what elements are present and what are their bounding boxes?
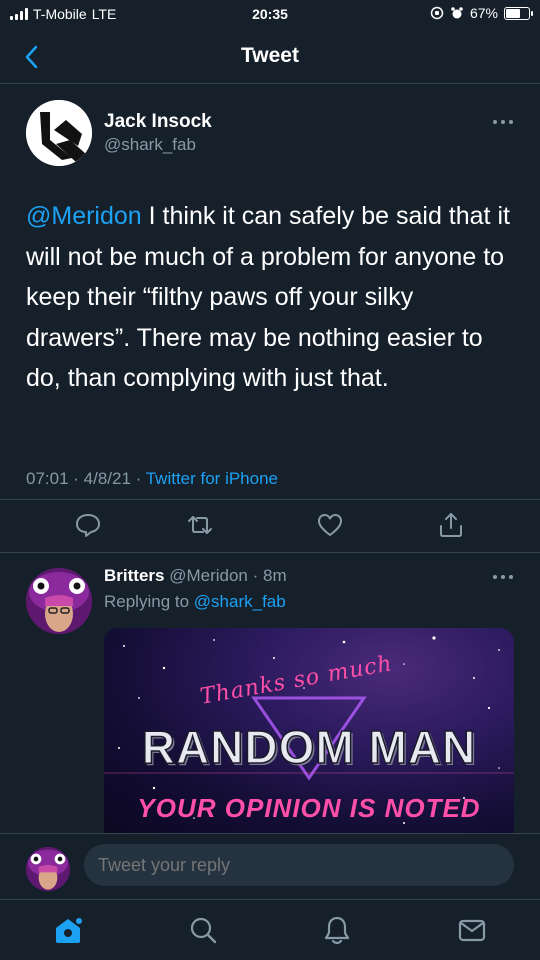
share-icon[interactable] [437, 511, 465, 539]
battery-fill [506, 8, 521, 18]
battery-tip [531, 10, 533, 16]
status-right: 67% [430, 5, 533, 21]
reply-avatar[interactable] [26, 568, 92, 634]
avatar-photo-icon [26, 568, 92, 634]
navigation-bar: Tweet [0, 30, 540, 84]
divider [0, 552, 540, 553]
current-user-avatar[interactable] [26, 847, 70, 891]
orientation-lock-icon [430, 6, 444, 20]
reply-composer [0, 833, 540, 899]
reply-age: · 8m [252, 566, 287, 585]
tweet-source[interactable]: Twitter for iPhone [146, 469, 278, 488]
replying-prefix: Replying to [104, 592, 190, 611]
divider [0, 499, 540, 500]
retweet-icon[interactable] [186, 511, 214, 539]
replying-to-handle[interactable]: @shark_fab [194, 592, 286, 611]
tweet-text-body: I think it can safely be said that it wi… [26, 202, 510, 392]
avatar-photo-icon [26, 847, 70, 891]
reply-media-image[interactable]: Thanks so much RANDOM MAN YOUR OPINION I… [104, 628, 514, 833]
tab-bar [0, 899, 540, 960]
screen: T-Mobile LTE 20:35 67% Tweet Jack Insock… [0, 0, 540, 960]
battery-percent: 67% [469, 5, 498, 21]
tweet-text: @Meridon I think it can safely be said t… [26, 196, 516, 399]
reply-author-handle[interactable]: @Meridon [169, 566, 248, 585]
replying-to: Replying to @shark_fab [104, 592, 286, 612]
search-icon[interactable] [187, 914, 219, 946]
author-avatar[interactable] [26, 100, 92, 166]
reply-header: Britters @Meridon · 8m [104, 566, 287, 586]
status-bar: T-Mobile LTE 20:35 67% [0, 0, 540, 30]
heart-icon[interactable] [316, 511, 344, 539]
author-handle[interactable]: @shark_fab [104, 135, 196, 155]
mail-icon[interactable] [456, 914, 488, 946]
home-icon[interactable] [52, 914, 84, 946]
reply-input[interactable] [84, 844, 514, 886]
bell-icon[interactable] [321, 914, 353, 946]
tweet-timestamp: 07:01 · 4/8/21 · [26, 469, 146, 488]
author-logo-icon [26, 100, 92, 166]
more-icon[interactable] [493, 574, 513, 580]
author-name[interactable]: Jack Insock [104, 111, 212, 133]
reply-author-name[interactable]: Britters [104, 566, 164, 585]
media-caption-title: RANDOM MAN [141, 720, 477, 774]
more-icon[interactable] [493, 119, 513, 125]
alarm-icon [451, 7, 463, 19]
tweet-actions [0, 505, 540, 545]
media-caption-bottom: YOUR OPINION IS NOTED [137, 793, 481, 823]
comment-icon[interactable] [74, 511, 102, 539]
battery-icon [504, 6, 533, 20]
page-title: Tweet [241, 44, 299, 67]
tweet-mention[interactable]: @Meridon [26, 202, 142, 230]
tweet-meta: 07:01 · 4/8/21 · Twitter for iPhone [26, 469, 278, 489]
